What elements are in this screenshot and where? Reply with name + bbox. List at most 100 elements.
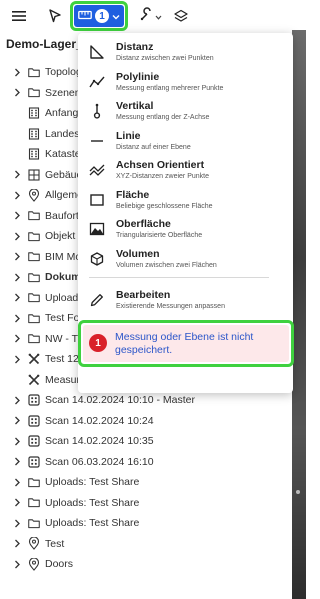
menu-item-title: Achsen Orientiert	[116, 159, 205, 171]
menu-item-title: Polylinie	[116, 70, 160, 83]
scan-icon	[28, 394, 40, 406]
pointer-icon[interactable]	[44, 4, 66, 28]
menu-item-description: Distanz auf einer Ebene	[116, 143, 191, 151]
menu-item-oberflaeche[interactable]: Oberfläche Triangularisierte Oberfläche	[78, 215, 293, 245]
tree-item-label: Uploads: Test Share	[45, 517, 140, 529]
folder-icon	[28, 271, 40, 283]
tree-item-label: Objekt	[45, 230, 76, 242]
chevron-down-icon	[112, 7, 120, 25]
chevron-right-icon[interactable]	[14, 394, 24, 406]
chevron-right-icon[interactable]	[14, 415, 24, 427]
chevron-right-icon[interactable]	[14, 251, 24, 263]
chevron-right-icon[interactable]	[14, 87, 24, 99]
menu-item-title: Volumen	[116, 247, 160, 260]
menu-item-title: Oberfläche	[116, 218, 171, 230]
menu-item-volumen[interactable]: Volumen Volumen zwischen zwei Flächen	[78, 245, 293, 275]
chevron-right-icon[interactable]	[14, 169, 24, 181]
ruler-icon	[78, 7, 92, 25]
tools-button[interactable]	[135, 4, 165, 28]
chevron-right-icon[interactable]	[14, 558, 24, 570]
tree-item-label: Gebäuc	[45, 168, 82, 181]
building-icon	[28, 107, 40, 119]
menu-item-vertikal[interactable]: Vertikal Messung entlang der Z-Achse	[78, 97, 293, 127]
menu-item-description: Triangularisierte Oberfläche	[116, 232, 203, 239]
line-icon	[89, 133, 105, 149]
polyline-icon	[89, 74, 105, 90]
hamburger-icon[interactable]	[8, 4, 30, 28]
error-text: Messung oder Ebene ist nicht gespeichert…	[115, 331, 254, 356]
tree-item-label: Scan 06.03.2024 16:10	[45, 455, 154, 468]
tree-item[interactable]: Uploads: Test Share	[0, 472, 292, 492]
folder-icon	[28, 476, 40, 488]
tree-item-label: Scan 14.02.2024 10:35	[45, 435, 154, 447]
chevron-right-icon[interactable]	[14, 456, 24, 468]
measure-cross-icon	[28, 353, 40, 365]
scan-icon	[28, 455, 40, 468]
chevron-right-icon[interactable]	[14, 476, 24, 488]
tree-item[interactable]: Scan 14.02.2024 10:35	[0, 431, 292, 451]
vertical-icon	[89, 103, 105, 119]
chevron-right-icon[interactable]	[14, 66, 24, 78]
tree-item-label: Test	[45, 537, 65, 550]
tree-item[interactable]: Uploads: Test Share	[0, 493, 292, 513]
tree-item-label: Uploads: Test Share	[45, 496, 140, 509]
folder-icon	[28, 230, 40, 242]
chevron-right-icon[interactable]	[14, 497, 24, 509]
tree-item-label: Topolog	[45, 66, 82, 78]
menu-item-title: Linie	[116, 129, 141, 142]
tree-item-label: Test Fo	[45, 312, 80, 324]
tree-item[interactable]: Scan 06.03.2024 16:10	[0, 452, 292, 472]
tree-item-label: Doors	[45, 558, 74, 570]
chevron-right-icon[interactable]	[14, 210, 24, 222]
menu-item-flaeche[interactable]: Fläche Beliebige geschlossene Fläche	[78, 186, 293, 216]
chevron-right-icon[interactable]	[14, 353, 24, 365]
surface-icon	[89, 221, 105, 237]
scan-icon	[28, 414, 40, 427]
folder-icon	[28, 517, 40, 529]
layers-icon[interactable]	[170, 4, 192, 28]
folder-icon	[28, 312, 40, 324]
volume-icon	[89, 251, 105, 267]
menu-item-description: Messung entlang mehrerer Punkte	[116, 84, 224, 92]
chevron-right-icon[interactable]	[14, 538, 24, 550]
chevron-right-icon[interactable]	[14, 435, 24, 447]
tree-item-label: Scan 14.02.2024 10:24	[45, 414, 154, 427]
scan-icon	[28, 435, 40, 447]
chevron-right-icon[interactable]	[14, 230, 24, 242]
tree-item-label: Scan 14.02.2024 10:10 - Master	[45, 394, 196, 406]
menu-item-description: Beliebige geschlossene Fläche	[116, 202, 213, 210]
menu-item-title: Distanz	[116, 41, 154, 53]
chevron-right-icon[interactable]	[14, 189, 24, 201]
tree-item-label: Baufort	[45, 209, 79, 222]
tree-item-label: Kataste	[45, 148, 81, 160]
tree-item[interactable]: Doors	[0, 554, 292, 574]
tree-item-label: Test 12	[45, 353, 79, 365]
folder-icon	[28, 497, 40, 509]
map-viewport[interactable]	[292, 30, 306, 599]
menu-item-distanz[interactable]: Distanz Distanz zwischen zwei Punkten	[78, 38, 293, 68]
measure-button[interactable]: 1	[70, 1, 128, 31]
tree-item[interactable]: Scan 14.02.2024 10:10 - Master	[0, 390, 292, 410]
chevron-right-icon[interactable]	[14, 292, 24, 304]
tree-item[interactable]: Test	[0, 534, 292, 554]
chevron-right-icon[interactable]	[14, 271, 24, 283]
chevron-right-icon[interactable]	[14, 333, 24, 345]
tree-item-label: Szenen	[45, 86, 81, 99]
error-badge: 1	[89, 334, 107, 352]
menu-item-title: Fläche	[116, 188, 150, 201]
chevron-right-icon[interactable]	[14, 517, 24, 529]
chevron-down-icon	[155, 7, 162, 25]
tree-item[interactable]: Uploads: Test Share	[0, 513, 292, 533]
wrench-icon	[139, 6, 155, 26]
folder-icon	[28, 251, 40, 263]
menu-item-achsen[interactable]: Achsen Orientiert XYZ-Distanzen zweier Pu…	[78, 156, 293, 186]
menu-item-linie[interactable]: Linie Distanz auf einer Ebene	[78, 127, 293, 157]
chevron-right-icon[interactable]	[14, 312, 24, 324]
menu-item-bearbeiten[interactable]: Bearbeiten Existierende Messungen anpasse…	[78, 286, 293, 316]
menu-item-description: XYZ-Distanzen zweier Punkte	[116, 173, 209, 180]
menu-item-polylinie[interactable]: Polylinie Messung entlang mehrerer Punkte	[78, 68, 293, 98]
tree-item[interactable]: Scan 14.02.2024 10:24	[0, 411, 292, 431]
tree-item-label: NW - T	[45, 332, 79, 345]
angle-icon	[89, 44, 105, 60]
area-icon	[89, 192, 105, 208]
